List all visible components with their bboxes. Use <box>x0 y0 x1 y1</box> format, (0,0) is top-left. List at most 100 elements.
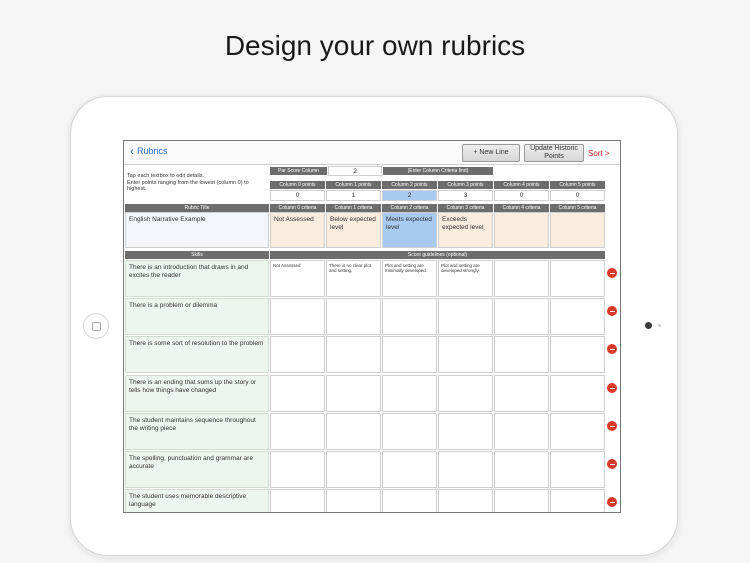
rubric-title-input[interactable]: English Narrative Example <box>125 212 269 248</box>
guideline-cell[interactable] <box>326 298 381 335</box>
column-points-input[interactable]: 3 <box>438 190 493 201</box>
column-points-input[interactable]: 2 <box>382 190 437 201</box>
guideline-cell[interactable] <box>550 413 605 450</box>
back-button[interactable]: ‹ Rubrics <box>130 143 168 158</box>
guideline-cell[interactable] <box>326 336 381 373</box>
skill-row-text[interactable]: There is an ending that sums up the stor… <box>125 375 269 412</box>
guideline-cell[interactable]: There is no clear plot and setting. <box>326 260 381 297</box>
guideline-cell[interactable] <box>494 336 549 373</box>
guideline-cell[interactable] <box>382 336 437 373</box>
rubric-title-header: Rubric Title <box>125 204 269 212</box>
guideline-cell[interactable] <box>326 451 381 488</box>
camera-icon <box>645 322 652 329</box>
skill-row-text[interactable]: There is some sort of resolution to the … <box>125 336 269 373</box>
delete-row-icon[interactable] <box>607 421 617 431</box>
update-historic-points-button[interactable]: Update Historic Points <box>524 144 584 162</box>
column-criteria-input[interactable]: Meets expected level <box>382 212 437 248</box>
sort-button[interactable]: Sort > <box>588 149 610 158</box>
chevron-left-icon: ‹ <box>130 143 134 158</box>
guideline-cell[interactable] <box>438 451 493 488</box>
column-points-header: Column 4 points <box>494 181 549 189</box>
column-points-input[interactable]: 0 <box>270 190 325 201</box>
guideline-cell[interactable] <box>270 413 325 450</box>
guideline-cell[interactable] <box>494 451 549 488</box>
guideline-cell[interactable] <box>550 489 605 512</box>
instructions-text: Tap each textbox to edit details. Enter … <box>127 173 249 192</box>
column-points-header: Column 1 points <box>326 181 381 189</box>
guideline-cell[interactable] <box>382 489 437 512</box>
criteria-hint: (Enter Column Criteria first) <box>383 167 493 175</box>
guideline-cell[interactable] <box>550 336 605 373</box>
column-criteria-input[interactable] <box>494 212 549 248</box>
guideline-cell[interactable] <box>270 451 325 488</box>
par-score-input[interactable]: 2 <box>328 166 382 176</box>
skill-row-text[interactable]: The student uses memorable descriptive l… <box>125 489 269 512</box>
guideline-cell[interactable] <box>326 413 381 450</box>
guideline-cell[interactable] <box>382 375 437 412</box>
home-button[interactable] <box>83 313 109 339</box>
guideline-cell[interactable] <box>270 375 325 412</box>
guideline-cell[interactable] <box>270 489 325 512</box>
guideline-cell[interactable] <box>438 375 493 412</box>
column-criteria-header: Column 5 criteria <box>550 204 605 212</box>
new-line-button[interactable]: + New Line <box>462 144 520 162</box>
skill-row-text[interactable]: There is an introduction that draws in a… <box>125 260 269 297</box>
column-criteria-header: Column 4 criteria <box>494 204 549 212</box>
guideline-cell[interactable] <box>438 336 493 373</box>
skill-row-text[interactable]: The student maintains sequence throughou… <box>125 413 269 450</box>
guideline-cell[interactable] <box>494 298 549 335</box>
column-points-header: Column 0 points <box>270 181 325 189</box>
guideline-cell[interactable] <box>438 489 493 512</box>
guideline-cell[interactable] <box>494 375 549 412</box>
guideline-cell[interactable] <box>438 298 493 335</box>
column-points-header: Column 5 points <box>550 181 605 189</box>
column-criteria-input[interactable]: Not Assessed <box>270 212 325 248</box>
guideline-cell[interactable] <box>438 413 493 450</box>
guideline-cell[interactable] <box>382 413 437 450</box>
guideline-cell[interactable] <box>494 413 549 450</box>
guideline-cell[interactable]: Plot and setting are minimally developed… <box>382 260 437 297</box>
sensor-icon <box>658 324 661 327</box>
guideline-cell[interactable]: Plot and setting are developed strongly. <box>438 260 493 297</box>
app-screen: ‹ Rubrics + New Line Update Historic Poi… <box>123 140 621 513</box>
guideline-cell[interactable] <box>326 375 381 412</box>
column-criteria-header: Column 3 criteria <box>438 204 493 212</box>
delete-row-icon[interactable] <box>607 383 617 393</box>
guideline-cell[interactable] <box>494 489 549 512</box>
column-points-header: Column 3 points <box>438 181 493 189</box>
guideline-cell[interactable] <box>550 451 605 488</box>
skill-row-text[interactable]: The spelling, punctuation and grammar ar… <box>125 451 269 488</box>
guideline-cell[interactable] <box>550 260 605 297</box>
delete-row-icon[interactable] <box>607 344 617 354</box>
guideline-cell[interactable] <box>270 336 325 373</box>
skill-row-text[interactable]: There is a problem or dilemma <box>125 298 269 335</box>
column-criteria-header: Column 1 criteria <box>326 204 381 212</box>
column-criteria-header: Column 2 criteria <box>382 204 437 212</box>
delete-row-icon[interactable] <box>607 306 617 316</box>
column-points-header: Column 2 points <box>382 181 437 189</box>
nav-bar: ‹ Rubrics + New Line Update Historic Poi… <box>124 141 620 165</box>
par-score-label: Par Score Column <box>270 167 327 175</box>
guideline-cell[interactable] <box>270 298 325 335</box>
guideline-cell[interactable] <box>382 298 437 335</box>
column-points-input[interactable]: 0 <box>494 190 549 201</box>
guideline-cell[interactable] <box>382 451 437 488</box>
skills-header: Skills <box>125 251 269 259</box>
guideline-cell[interactable] <box>550 298 605 335</box>
home-square-icon <box>92 322 101 331</box>
column-criteria-input[interactable] <box>550 212 605 248</box>
guideline-cell[interactable] <box>494 260 549 297</box>
delete-row-icon[interactable] <box>607 459 617 469</box>
column-criteria-input[interactable]: Exceeds expected level <box>438 212 493 248</box>
column-points-input[interactable]: 0 <box>550 190 605 201</box>
guideline-cell[interactable]: Not Assessed <box>270 260 325 297</box>
back-label: Rubrics <box>137 146 168 156</box>
guideline-cell[interactable] <box>326 489 381 512</box>
delete-row-icon[interactable] <box>607 497 617 507</box>
column-criteria-header: Column 0 criteria <box>270 204 325 212</box>
column-criteria-input[interactable]: Below expected level <box>326 212 381 248</box>
delete-row-icon[interactable] <box>607 268 617 278</box>
guidelines-header: Score guidelines (optional) <box>270 251 605 259</box>
column-points-input[interactable]: 1 <box>326 190 381 201</box>
guideline-cell[interactable] <box>550 375 605 412</box>
